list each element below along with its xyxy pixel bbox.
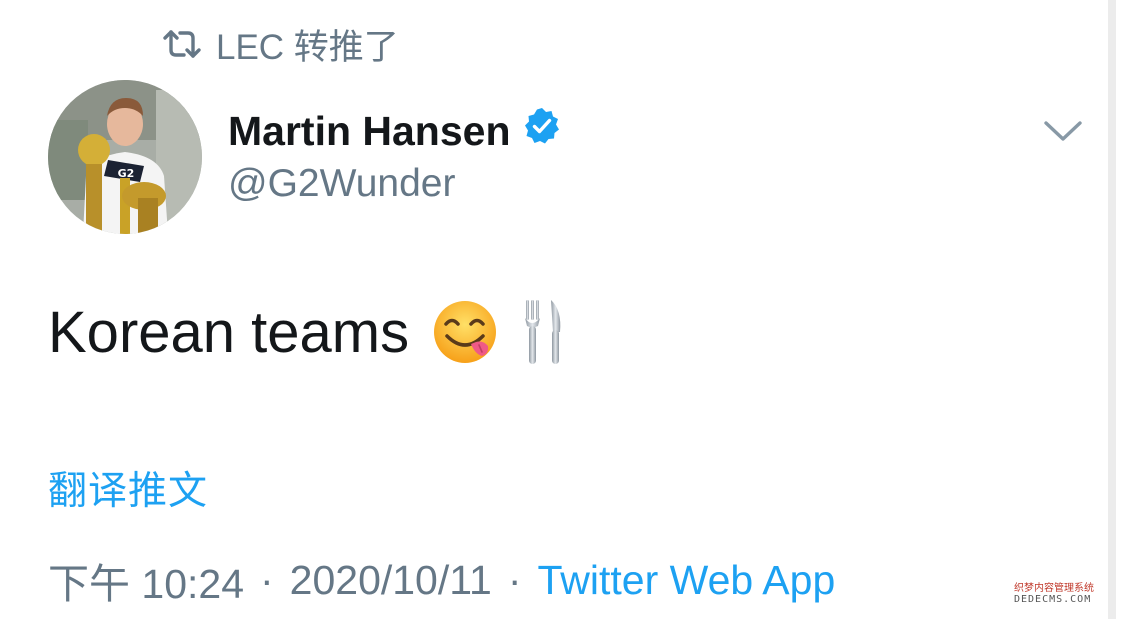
author-handle[interactable]: @G2Wunder (228, 162, 455, 206)
tweet-body: Korean teams (48, 298, 565, 366)
display-name[interactable]: Martin Hansen (228, 103, 561, 159)
watermark-line-1: 织梦内容管理系统 (1014, 583, 1094, 594)
retweet-icon (162, 28, 202, 60)
translate-tweet-link[interactable]: 翻译推文 (48, 460, 208, 516)
scrollbar[interactable] (1108, 0, 1116, 619)
author-name: Martin Hansen (228, 107, 511, 154)
avatar[interactable]: G2 (48, 80, 202, 234)
tweet-text: Korean teams (48, 299, 410, 365)
tweet-metadata: 下午 10:24 · 2020/10/11 · Twitter Web App (48, 550, 835, 610)
fork-and-knife-emoji (521, 298, 565, 366)
face-savoring-food-emoji (431, 298, 499, 366)
watermark: 织梦内容管理系统 DEDECMS.COM (1014, 583, 1118, 605)
separator-dot: · (507, 556, 522, 603)
tweet-time[interactable]: 下午 10:24 (48, 550, 244, 610)
separator-dot: · (260, 556, 274, 603)
watermark-line-2: DEDECMS.COM (1014, 593, 1092, 605)
verified-badge-icon (523, 107, 561, 155)
retweet-label: LEC 转推了 (216, 27, 399, 67)
retweet-context[interactable]: LEC 转推了 (162, 22, 399, 67)
tweet-source-link[interactable]: Twitter Web App (537, 557, 835, 604)
tweet-date[interactable]: 2020/10/11 (290, 557, 492, 604)
chevron-down-icon[interactable] (1040, 114, 1086, 148)
